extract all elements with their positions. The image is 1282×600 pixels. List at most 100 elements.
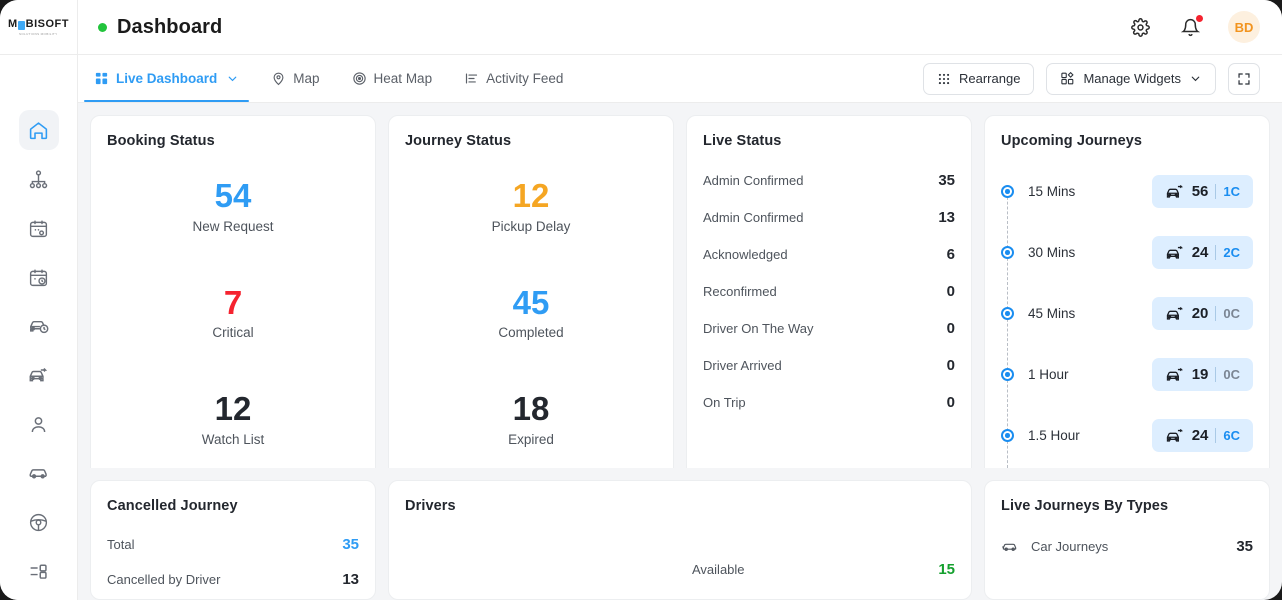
row-value: 0 xyxy=(946,320,955,337)
badge-divider xyxy=(1215,428,1217,443)
sidebar-item-user[interactable] xyxy=(19,404,59,444)
kpi-new-request[interactable]: 54 New Request xyxy=(192,177,274,234)
timeline-item[interactable]: 1.5 Hour 24 6C xyxy=(1001,405,1253,468)
brand-logo[interactable]: M BISOFT SOLUTIONS MOBILITY xyxy=(0,0,78,55)
sidebar-item-org-chart[interactable] xyxy=(19,159,59,199)
manage-widgets-button[interactable]: Manage Widgets xyxy=(1046,62,1216,95)
card-live-journeys-by-types: Live Journeys By Types Car Journeys 35 xyxy=(984,480,1270,600)
timeline-time-label: 30 Mins xyxy=(1028,245,1076,260)
row-value: 0 xyxy=(946,357,955,374)
list-settings-icon xyxy=(30,563,47,579)
sidebar-item-car-transfer[interactable] xyxy=(19,355,59,395)
timeline-item[interactable]: 45 Mins 20 0C xyxy=(1001,283,1253,375)
row-value: 35 xyxy=(1236,538,1253,555)
list-item[interactable]: Admin Confirmed 35 xyxy=(703,162,955,199)
row-value: 35 xyxy=(938,172,955,189)
badge-count: 24 xyxy=(1191,427,1209,444)
row-value: 79 xyxy=(938,596,955,599)
sidebar-item-car-clock[interactable] xyxy=(19,306,59,346)
list-item[interactable]: Available 15 xyxy=(692,552,955,587)
car-clock-icon xyxy=(29,320,48,334)
row-label: Admin Confirmed xyxy=(703,210,804,225)
logo-tagline: SOLUTIONS MOBILITY xyxy=(19,32,58,36)
list-item[interactable]: Driver Arrived 0 xyxy=(703,347,955,384)
row-label: Admin Confirmed xyxy=(703,173,804,188)
timeline-dot-icon xyxy=(1001,429,1014,442)
rearrange-button[interactable]: Rearrange xyxy=(923,62,1035,95)
widgets-grid-row-1: Booking Status 54 New Request 7 Critical… xyxy=(78,103,1282,468)
fullscreen-icon xyxy=(1238,72,1250,85)
journey-count-badge[interactable]: 56 1C xyxy=(1151,175,1253,208)
user-icon xyxy=(31,416,46,432)
timeline-item[interactable]: 30 Mins 24 2C xyxy=(1001,222,1253,314)
row-value: 13 xyxy=(938,209,955,226)
journey-status-kpis: 12 Pickup Delay 45 Completed 18 Expired xyxy=(405,153,657,468)
car-icon xyxy=(29,469,47,479)
list-item[interactable]: Cancelled by Driver 13 xyxy=(107,562,359,597)
row-label: Reconfirmed xyxy=(703,284,777,299)
tab-label: Live Dashboard xyxy=(116,71,218,86)
sidebar-item-car[interactable] xyxy=(19,453,59,493)
timeline-time-label: 1.5 Hour xyxy=(1028,428,1080,443)
tab-heat-map[interactable]: Heat Map xyxy=(336,55,449,102)
journey-count-badge[interactable]: 20 0C xyxy=(1151,297,1253,330)
card-title: Upcoming Journeys xyxy=(1001,133,1143,149)
kpi-critical[interactable]: 7 Critical xyxy=(212,285,253,340)
tab-label: Activity Feed xyxy=(486,71,564,86)
car-transfer-icon xyxy=(29,367,47,382)
list-item[interactable]: Occupied 79 xyxy=(692,587,955,599)
card-title: Drivers xyxy=(405,498,456,514)
sidebar-item-list-settings[interactable] xyxy=(19,551,59,591)
cancelled-journey-list: Total 35 Cancelled by Driver 13 xyxy=(107,527,359,597)
kpi-completed[interactable]: 45 Completed xyxy=(498,283,563,340)
tab-live-dashboard[interactable]: Live Dashboard xyxy=(78,55,255,102)
sidebar-item-steering-wheel[interactable] xyxy=(19,502,59,542)
timeline-item[interactable]: 1 Hour 19 0C xyxy=(1001,344,1253,436)
card-journey-status: Journey Status 12 Pickup Delay 45 Comple… xyxy=(388,115,674,468)
sidebar-item-home[interactable] xyxy=(18,110,59,150)
avatar[interactable]: BD xyxy=(1228,11,1260,43)
tab-activity-feed[interactable]: Activity Feed xyxy=(448,55,579,102)
list-item[interactable]: Car Journeys 35 xyxy=(1001,527,1253,566)
tab-map[interactable]: Map xyxy=(255,55,335,102)
notifications-button[interactable] xyxy=(1178,14,1204,39)
timeline-time-label: 15 Mins xyxy=(1028,184,1076,199)
timeline-item[interactable]: 2 Hours 32 0C xyxy=(1001,466,1253,468)
kpi-expired[interactable]: 18 Expired xyxy=(508,392,554,447)
manage-widgets-label: Manage Widgets xyxy=(1083,71,1181,86)
row-value: 35 xyxy=(342,536,359,553)
badge-subcount: 0C xyxy=(1223,306,1240,321)
fullscreen-button[interactable] xyxy=(1228,62,1260,95)
journey-count-badge[interactable]: 19 0C xyxy=(1151,358,1253,391)
journey-count-badge[interactable]: 24 2C xyxy=(1151,236,1253,269)
row-value: 13 xyxy=(342,571,359,588)
row-label: On Trip xyxy=(703,395,746,410)
kpi-label: New Request xyxy=(192,218,274,234)
kpi-value: 54 xyxy=(214,177,252,214)
tab-label: Map xyxy=(293,71,320,86)
kpi-pickup-delay[interactable]: 12 Pickup Delay xyxy=(492,178,571,233)
settings-button[interactable] xyxy=(1128,15,1152,39)
list-item[interactable]: Driver On The Way 0 xyxy=(703,310,955,347)
top-header: M BISOFT SOLUTIONS MOBILITY Dashboard BD xyxy=(0,0,1282,55)
page-title: Dashboard xyxy=(117,15,223,38)
timeline-item[interactable]: 15 Mins 56 1C xyxy=(1001,161,1253,253)
sidebar-item-calendar-clock[interactable] xyxy=(19,257,59,297)
list-item[interactable]: Acknowledged 6 xyxy=(703,236,955,273)
list-item[interactable]: Reconfirmed 0 xyxy=(703,273,955,310)
car-transfer-icon xyxy=(1166,306,1183,320)
list-item[interactable]: Total 35 xyxy=(107,527,359,562)
org-chart-icon xyxy=(29,169,48,188)
target-icon xyxy=(352,72,366,85)
kpi-value: 45 xyxy=(512,283,550,321)
list-item[interactable]: Admin Confirmed 13 xyxy=(703,199,955,236)
sidebar-item-calendar[interactable] xyxy=(19,208,59,248)
kpi-watch-list[interactable]: 12 Watch List xyxy=(202,392,265,447)
sidebar xyxy=(0,55,78,600)
widgets-grid-row-2: Cancelled Journey Total 35 Cancelled by … xyxy=(78,480,1282,600)
list-item[interactable]: On Trip 0 xyxy=(703,384,955,421)
booking-status-kpis: 54 New Request 7 Critical 12 Watch List xyxy=(107,153,359,468)
gear-icon xyxy=(1130,17,1150,37)
header-actions: BD xyxy=(1128,11,1282,43)
journey-count-badge[interactable]: 24 6C xyxy=(1151,419,1253,452)
